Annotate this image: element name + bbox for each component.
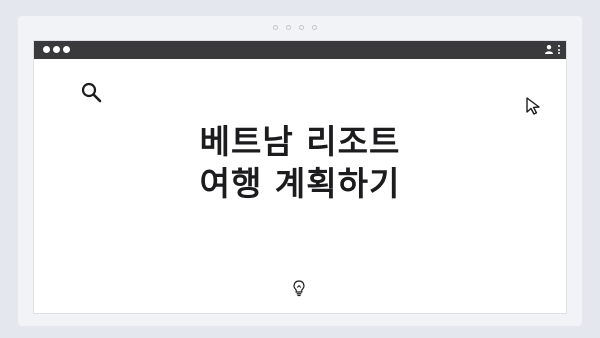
window-titlebar bbox=[34, 41, 566, 59]
window-control-dot[interactable] bbox=[63, 46, 70, 53]
slide-content: 베트남 리조트 여행 계획하기 bbox=[34, 59, 566, 313]
carousel-dot[interactable] bbox=[273, 25, 278, 30]
titlebar-actions bbox=[544, 44, 560, 55]
cursor-icon bbox=[526, 97, 540, 115]
browser-window: 베트남 리조트 여행 계획하기 bbox=[33, 40, 567, 314]
carousel-indicator bbox=[273, 25, 317, 30]
carousel-dot[interactable] bbox=[312, 25, 317, 30]
headline-line-2: 여행 계획하기 bbox=[199, 164, 401, 203]
search-icon bbox=[81, 82, 102, 103]
carousel-dot[interactable] bbox=[299, 25, 304, 30]
window-control-dot[interactable] bbox=[43, 46, 50, 53]
headline-line-1: 베트남 리조트 bbox=[199, 122, 401, 161]
carousel-dot[interactable] bbox=[286, 25, 291, 30]
user-icon[interactable] bbox=[544, 44, 554, 55]
lightbulb-icon bbox=[293, 280, 305, 297]
slide-headline: 베트남 리조트 여행 계획하기 bbox=[34, 121, 566, 205]
kebab-menu-icon[interactable] bbox=[558, 45, 560, 54]
window-control-dot[interactable] bbox=[53, 46, 60, 53]
